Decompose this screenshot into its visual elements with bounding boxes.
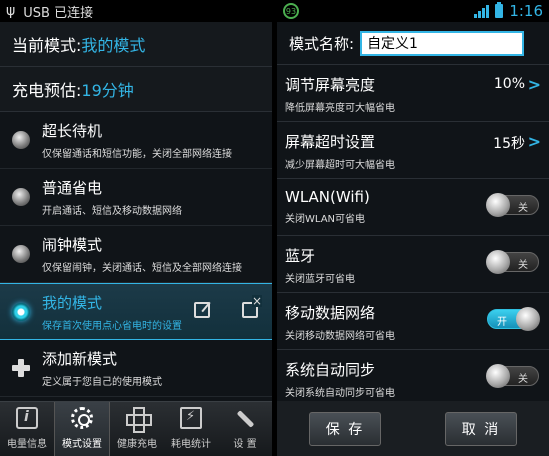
tab-power-stats[interactable]: 耗电统计	[164, 402, 218, 456]
setting-desc: 降低屏幕亮度可大幅省电	[285, 103, 395, 114]
mode-desc: 仅保留通话和短信功能，关闭全部网络连接	[42, 149, 232, 160]
mobile-data-toggle[interactable]: 开	[487, 307, 540, 331]
mode-title: 闹钟模式	[42, 236, 103, 254]
signal-icon	[474, 4, 490, 18]
wlan-toggle[interactable]: 关	[486, 193, 539, 217]
mode-item-alarm[interactable]: 闹钟模式仅保留闹钟，关闭通话、短信及全部网络连接	[0, 226, 272, 283]
setting-mobile-data: 移动数据网络 关闭移动数据网络可省电 开	[277, 293, 549, 350]
mode-desc: 开启通话、短信及移动数据网络	[42, 206, 182, 217]
wrench-icon	[234, 407, 256, 429]
add-mode-title: 添加新模式	[42, 350, 118, 368]
radio-icon[interactable]	[12, 188, 30, 206]
radio-selected-icon[interactable]	[12, 302, 30, 321]
setting-bluetooth: 蓝牙 关闭蓝牙可省电 关	[277, 236, 549, 293]
status-bar: 93 1:16	[277, 0, 549, 22]
setting-desc: 关闭系统自动同步可省电	[285, 388, 395, 399]
clock: 1:16	[509, 2, 543, 20]
add-mode-item[interactable]: 添加新模式定义属于您自己的使用模式	[0, 340, 272, 397]
mode-name-row: 模式名称: 自定义1	[277, 22, 549, 65]
gear-icon	[71, 407, 93, 429]
mode-item-my-mode[interactable]: 我的模式保存首次使用点心省电时的设置	[0, 283, 272, 340]
usb-status-text: USB 已连接	[23, 5, 94, 21]
bluetooth-toggle[interactable]: 关	[486, 250, 539, 274]
tab-settings[interactable]: 设 置	[218, 402, 272, 456]
current-mode-label: 当前模式:	[12, 36, 82, 55]
charge-estimate-row: 充电预估: 19分钟	[0, 67, 272, 112]
bottom-tab-bar: 电量信息 模式设置 健康充电 耗电统计 设 置	[0, 401, 272, 456]
setting-wlan: WLAN(Wifi) 关闭WLAN可省电 关	[277, 179, 549, 236]
tab-label: 健康充电	[117, 439, 157, 450]
setting-brightness[interactable]: 调节屏幕亮度 降低屏幕亮度可大幅省电 10% >	[277, 65, 549, 122]
add-mode-desc: 定义属于您自己的使用模式	[42, 377, 162, 388]
mode-title: 普通省电	[42, 179, 103, 197]
tab-label: 耗电统计	[171, 439, 211, 450]
setting-screen-timeout[interactable]: 屏幕超时设置 减少屏幕超时可大幅省电 15秒 >	[277, 122, 549, 179]
info-icon	[16, 407, 38, 429]
usb-icon: ψ	[6, 3, 16, 19]
mode-name-label: 模式名称:	[289, 34, 355, 53]
action-bar: 保 存 取 消	[277, 401, 549, 456]
edit-icon[interactable]	[194, 302, 210, 318]
battery-status-icon	[495, 2, 504, 18]
setting-desc: 关闭移动数据网络可省电	[285, 331, 395, 342]
cancel-button[interactable]: 取 消	[445, 411, 517, 446]
mode-edit-screen: 93 1:16 模式名称: 自定义1 调节屏幕亮度 降低屏幕亮度可大幅省电 10…	[277, 0, 549, 456]
tab-label: 电量信息	[7, 439, 47, 450]
battery-icon	[180, 407, 202, 429]
tab-healthy-charge[interactable]: 健康充电	[110, 402, 164, 456]
setting-value: 15秒	[493, 136, 525, 152]
delete-icon[interactable]	[242, 295, 262, 318]
mode-item-normal-saving[interactable]: 普通省电开启通话、短信及移动数据网络	[0, 169, 272, 226]
current-mode-value: 我的模式	[81, 36, 146, 55]
mode-list-screen: ψ USB 已连接 当前模式: 我的模式 充电预估: 19分钟 超长待机仅保留通…	[0, 0, 272, 456]
mode-name-input[interactable]: 自定义1	[360, 30, 525, 56]
tab-label: 模式设置	[62, 439, 102, 450]
notification-badge-icon: 93	[283, 3, 299, 19]
mode-title: 超长待机	[42, 122, 103, 140]
radio-icon[interactable]	[12, 245, 30, 263]
tab-label: 设 置	[233, 439, 257, 450]
chevron-right-icon: >	[527, 132, 541, 151]
setting-desc: 关闭蓝牙可省电	[285, 274, 355, 285]
status-bar: ψ USB 已连接	[0, 0, 272, 22]
save-button[interactable]: 保 存	[309, 411, 381, 446]
tab-mode-settings[interactable]: 模式设置	[54, 402, 110, 456]
mode-title: 我的模式	[42, 293, 103, 312]
tab-battery-info[interactable]: 电量信息	[0, 402, 54, 456]
mode-item-ultra-standby[interactable]: 超长待机仅保留通话和短信功能，关闭全部网络连接	[0, 112, 272, 169]
charge-estimate-value: 19分钟	[81, 81, 134, 100]
mode-desc: 保存首次使用点心省电时的设置	[42, 320, 182, 332]
chevron-right-icon: >	[527, 75, 541, 94]
radio-icon[interactable]	[12, 131, 30, 149]
mode-desc: 仅保留闹钟，关闭通话、短信及全部网络连接	[42, 263, 242, 274]
setting-desc: 减少屏幕超时可大幅省电	[285, 160, 395, 171]
auto-sync-toggle[interactable]: 关	[486, 364, 539, 388]
setting-auto-sync: 系统自动同步 关闭系统自动同步可省电 关	[277, 350, 549, 407]
current-mode-row: 当前模式: 我的模式	[0, 22, 272, 67]
setting-value: 10%	[493, 76, 525, 92]
plus-icon	[12, 359, 30, 377]
cross-icon	[126, 407, 152, 433]
charge-estimate-label: 充电预估:	[12, 81, 82, 100]
